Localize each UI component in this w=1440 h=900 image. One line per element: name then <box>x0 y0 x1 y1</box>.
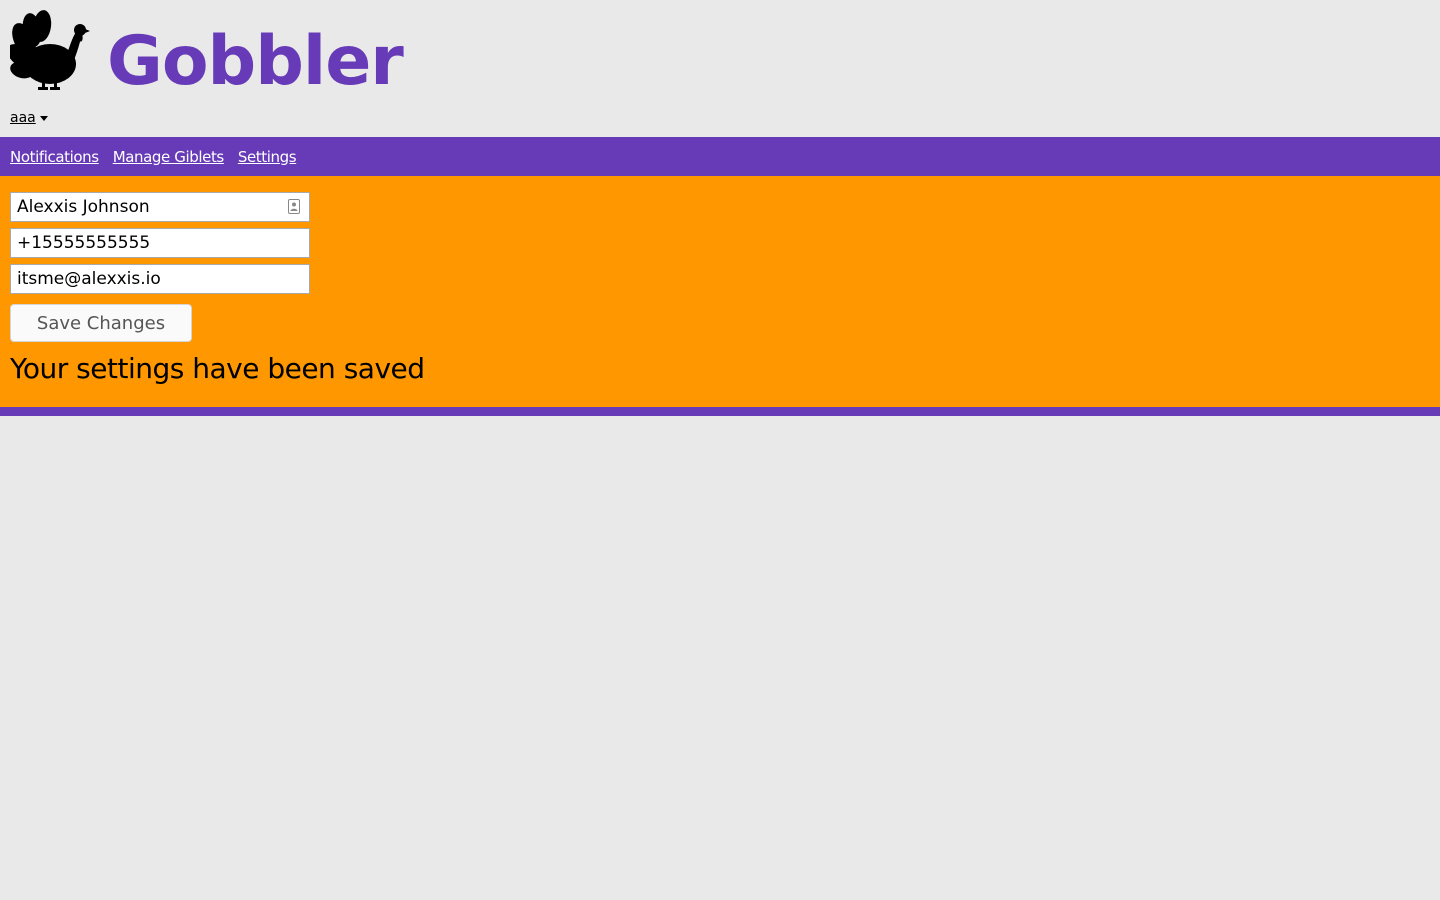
nav-item-notifications[interactable]: Notifications <box>10 148 99 166</box>
caret-down-icon <box>39 115 48 121</box>
name-field[interactable] <box>10 192 310 222</box>
phone-field[interactable] <box>10 228 310 258</box>
main-nav: Notifications Manage Giblets Settings <box>0 137 1440 176</box>
bottom-divider <box>0 407 1440 416</box>
app-title: Gobbler <box>107 22 404 101</box>
email-field[interactable] <box>10 264 310 294</box>
nav-item-manage-giblets[interactable]: Manage Giblets <box>113 148 225 166</box>
turkey-icon <box>10 10 90 90</box>
header: Gobbler aaa <box>0 0 1440 137</box>
status-message: Your settings have been saved <box>10 352 425 385</box>
contact-card-icon[interactable] <box>288 199 300 214</box>
settings-panel: Save Changes Your settings have been sav… <box>0 176 1440 407</box>
nav-item-settings[interactable]: Settings <box>238 148 297 166</box>
user-menu-dropdown[interactable]: aaa <box>10 109 48 127</box>
user-menu-label: aaa <box>10 110 36 126</box>
save-changes-button[interactable]: Save Changes <box>10 304 192 342</box>
